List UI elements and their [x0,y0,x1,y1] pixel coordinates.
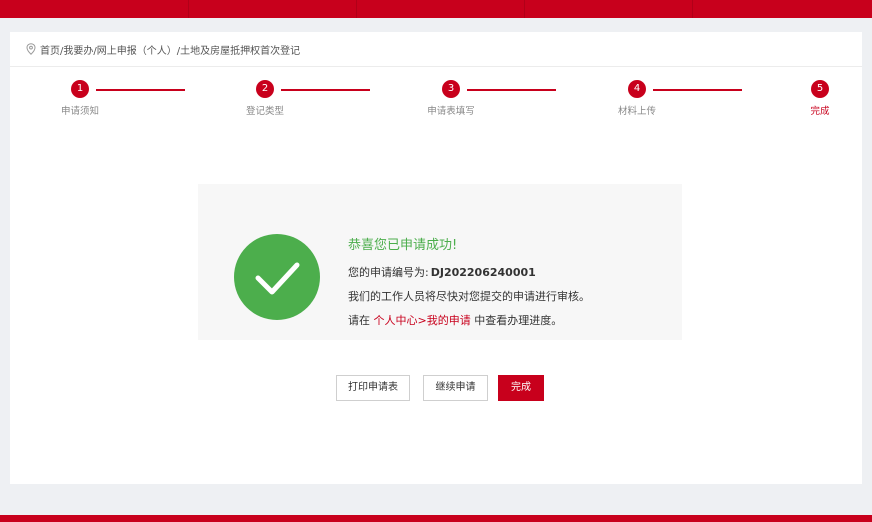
application-number-label: 您的申请编号为: [348,266,429,279]
step-3: 3 申请表填写 [411,80,491,117]
step-number: 5 [811,80,829,98]
progress-steps: 1 申请须知 2 登记类型 3 申请表填写 4 材料上传 5 完成 [10,80,862,140]
step-label: 申请须知 [60,106,99,117]
step-5: 5 完成 [780,80,860,117]
step-label: 完成 [810,106,830,117]
nav-divider [356,0,357,18]
breadcrumb-path: 首页/我要办/网上申报（个人）/土地及房屋抵押权首次登记 [40,45,301,57]
my-applications-link[interactable]: 个人中心>我的申请 [374,314,471,327]
progress-notice: 请在 个人中心>我的申请 中查看办理进度。 [348,312,562,328]
main-panel: 首页/我要办/网上申报（个人）/土地及房屋抵押权首次登记 1 申请须知 2 登记… [10,32,862,484]
nav-divider [692,0,693,18]
application-number-line: 您的申请编号为: DJ202206240001 [348,264,536,280]
step-number: 2 [256,80,274,98]
footer-bar [0,515,872,522]
print-application-button[interactable]: 打印申请表 [336,375,410,401]
check-circle-icon [234,234,320,320]
progress-prefix: 请在 [348,314,370,327]
step-label: 登记类型 [245,106,284,117]
divider [10,66,862,67]
step-label: 申请表填写 [427,106,475,117]
progress-suffix: 中查看办理进度。 [474,314,563,327]
step-label: 材料上传 [617,106,656,117]
step-number: 3 [442,80,460,98]
nav-divider [188,0,189,18]
success-title: 恭喜您已申请成功! [348,238,458,253]
step-4: 4 材料上传 [597,80,677,117]
nav-divider [524,0,525,18]
top-nav-bar [0,0,872,18]
success-box: 恭喜您已申请成功! 您的申请编号为: DJ202206240001 我们的工作人员… [198,184,682,340]
step-2: 2 登记类型 [225,80,305,117]
step-number: 4 [628,80,646,98]
step-number: 1 [71,80,89,98]
continue-application-button[interactable]: 继续申请 [423,375,488,401]
step-1: 1 申请须知 [40,80,120,117]
breadcrumb: 首页/我要办/网上申报（个人）/土地及房屋抵押权首次登记 [26,40,300,58]
review-notice: 我们的工作人员将尽快对您提交的申请进行审核。 [348,290,590,303]
finish-button[interactable]: 完成 [498,375,544,401]
location-pin-icon [26,43,36,55]
application-number: DJ202206240001 [430,266,536,279]
